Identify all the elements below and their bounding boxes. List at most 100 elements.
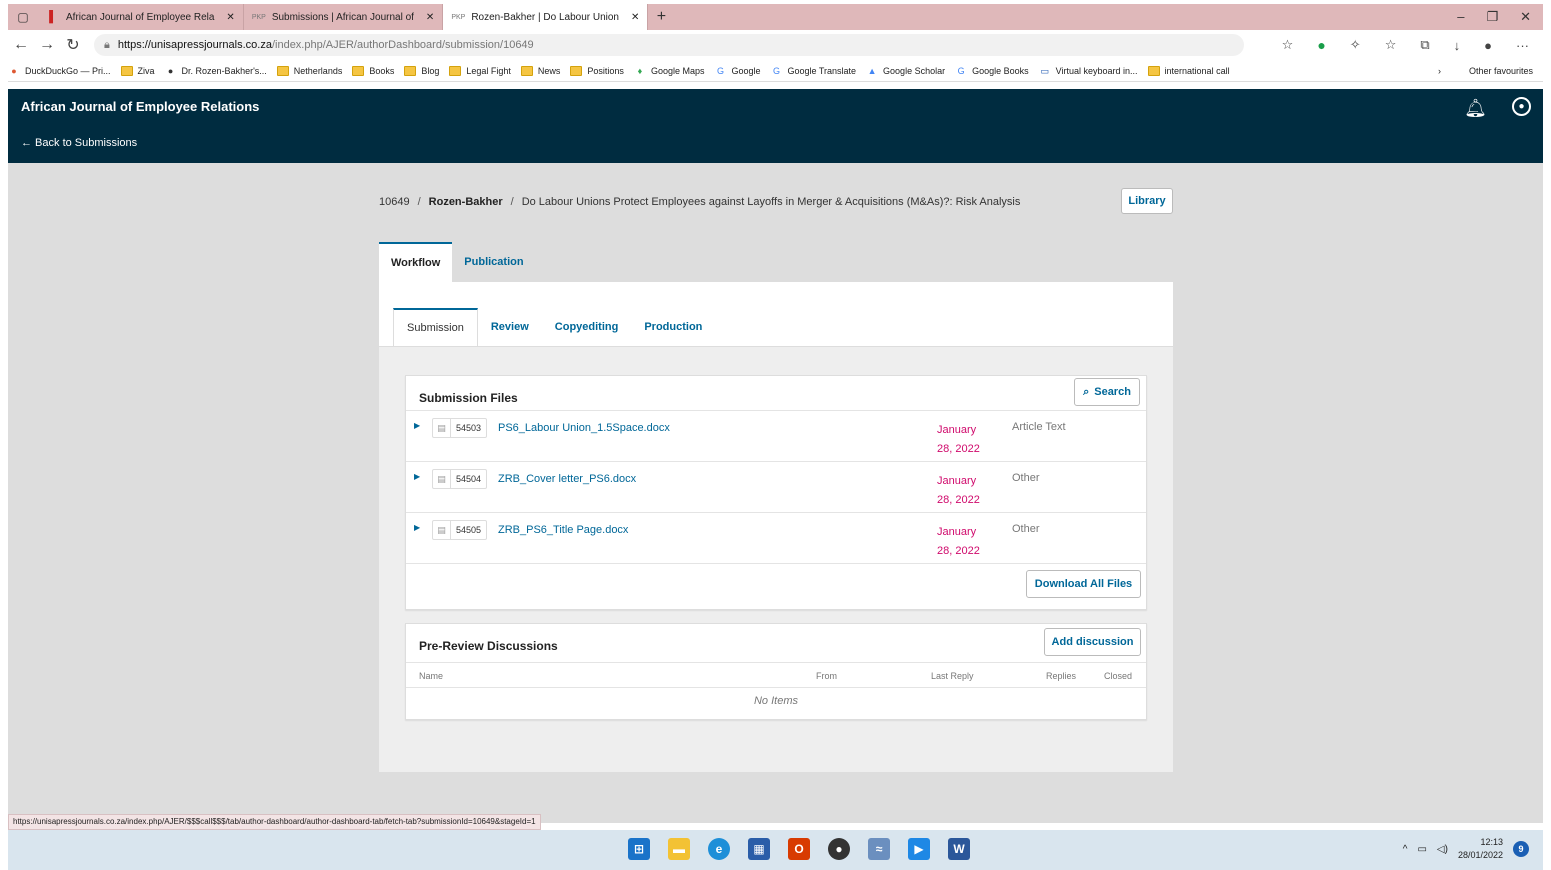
bookmark-label: Books [369,65,395,76]
bookmark-label: Netherlands [293,65,343,76]
bookmark-item[interactable]: Ziva [120,65,155,76]
expand-caret-icon[interactable]: ▶ [414,523,420,532]
bookmark-item[interactable]: ♦ Google Maps [634,66,705,76]
submission-files-title: Submission Files [419,391,518,405]
tab-production[interactable]: Production [631,308,715,346]
bookmark-item[interactable]: G Google [714,66,761,76]
close-icon[interactable]: ✕ [226,12,234,23]
google-maps-icon: ♦ [637,65,643,76]
bookmark-item[interactable]: ● DuckDuckGo — Pri... [8,66,110,76]
bookmark-item[interactable]: G Google Books [955,66,1029,76]
folder-icon [449,65,462,76]
downloads-icon[interactable]: ↓ [1454,38,1461,53]
refresh-icon[interactable]: ↻ [60,35,86,55]
pre-review-discussions-card: Pre-Review Discussions Add discussion Na… [405,623,1147,720]
file-type: Article Text [1012,421,1066,433]
other-favourites[interactable]: › Other favourites [1438,66,1543,76]
bookmark-item[interactable]: News [520,65,561,76]
browser-tab-active[interactable]: PKP Rozen-Bakher | Do Labour Union ✕ [443,4,649,30]
folder-icon [1147,65,1160,76]
extensions-icon[interactable]: ✧ [1350,37,1361,53]
bookmark-item[interactable]: Legal Fight [449,65,511,76]
file-id-badge: ▤ 54503 [432,418,488,438]
chevron-right-icon[interactable]: › [1438,66,1441,76]
minimize-icon[interactable]: – [1457,4,1464,30]
table-row: ▶ ▤ 54503 PS6_Labour Union_1.5Space.docx … [406,410,1146,461]
submission-id: 10649 [379,196,410,208]
tab-review[interactable]: Review [478,308,542,346]
notification-badge[interactable]: 9 [1513,841,1529,857]
bookmark-item[interactable]: ▲ Google Scholar [866,66,946,76]
restore-icon[interactable]: ❐ [1486,4,1498,30]
collections-icon[interactable]: ⧉ [1420,37,1429,53]
file-id-badge: ▤ 54505 [432,520,488,540]
bookmark-label: international call [1164,65,1230,76]
close-icon[interactable]: ✕ [426,12,434,23]
clock[interactable]: 12:13 28/01/2022 [1458,836,1503,862]
system-tray: ^ ▭ ◁) 12:13 28/01/2022 9 [1403,836,1529,862]
chevron-up-icon[interactable]: ^ [1403,844,1408,855]
bookmark-item[interactable]: Netherlands [276,65,343,76]
bookmark-label: News [537,65,561,76]
browser-tab[interactable]: ▌ African Journal of Employee Rela ✕ [38,4,244,30]
bookmark-item[interactable]: Blog [404,65,440,76]
media-player-icon[interactable]: ▶ [908,838,930,860]
bell-icon[interactable]: 🔔︎ [1464,98,1487,119]
stage-tabs: Submission Review Copyediting Production [393,308,715,346]
bookmark-label: Google Translate [787,65,857,76]
more-icon[interactable]: ··· [1516,38,1529,53]
network-icon[interactable]: ▭ [1417,844,1426,855]
file-explorer-icon[interactable]: ▬ [668,838,690,860]
back-arrow-icon[interactable]: ← [8,36,34,54]
tab-actions-icon[interactable]: ▢ [8,4,38,30]
search-button[interactable]: ⌕ Search [1074,378,1140,406]
tab-publication[interactable]: Publication [452,242,535,282]
volume-icon[interactable]: ◁) [1437,844,1448,855]
tab-workflow[interactable]: Workflow [379,242,453,282]
journal-title[interactable]: African Journal of Employee Relations [21,99,259,114]
library-button[interactable]: Library [1121,188,1173,214]
favourites-icon[interactable]: ☆ [1385,37,1397,53]
bookmark-item[interactable]: ● Dr. Rozen-Bakher's... [165,66,267,76]
expand-caret-icon[interactable]: ▶ [414,472,420,481]
folder-icon [570,65,583,76]
url-input[interactable]: 🔒︎ https://unisapressjournals.co.za/inde… [94,34,1244,56]
download-all-files-button[interactable]: Download All Files [1026,570,1141,598]
windows-start-icon[interactable]: ⊞ [628,838,650,860]
word-icon[interactable]: W [948,838,970,860]
forward-arrow-icon[interactable]: → [34,36,60,54]
discussions-table-header: Name From Last Reply Replies Closed [406,662,1146,688]
file-link[interactable]: ZRB_PS6_Title Page.docx [498,524,628,536]
file-type: Other [1012,472,1040,484]
bookmark-item[interactable]: international call [1147,65,1230,76]
browser-tab[interactable]: PKP Submissions | African Journal of ✕ [244,4,444,30]
user-icon[interactable]: ● [1512,97,1531,116]
close-icon[interactable]: ✕ [631,12,639,23]
file-link[interactable]: PS6_Labour Union_1.5Space.docx [498,422,670,434]
close-window-icon[interactable]: ✕ [1520,4,1531,30]
breadcrumb: 10649/Rozen-Bakher / Do Labour Unions Prot… [379,196,1021,208]
obs-icon[interactable]: ● [828,838,850,860]
expand-caret-icon[interactable]: ▶ [414,421,420,430]
pkp-icon: PKP [251,13,266,21]
edge-browser-icon[interactable]: e [708,838,730,860]
file-link[interactable]: ZRB_Cover letter_PS6.docx [498,473,636,485]
favourite-star-icon[interactable]: ☆ [1282,37,1294,53]
grammarly-icon[interactable]: ● [1317,37,1325,53]
bookmark-item[interactable]: G Google Translate [771,65,857,76]
add-discussion-button[interactable]: Add discussion [1044,628,1141,656]
bookmark-item[interactable]: ▭ Virtual keyboard in... [1039,65,1137,76]
tab-submission[interactable]: Submission [393,308,478,346]
settings-app-icon[interactable]: ≈ [868,838,890,860]
bookmark-item[interactable]: Positions [570,65,624,76]
office-icon[interactable]: O [788,838,810,860]
bookmark-label: Blog [421,65,440,76]
tab-copyediting[interactable]: Copyediting [542,308,632,346]
back-to-submissions-link[interactable]: ← Back to Submissions [21,137,137,149]
profile-icon[interactable]: ● [1484,38,1492,53]
windows-taskbar: ⊞ ▬ e ▦ O ● ≈ ▶ W ^ ▭ ◁) 12:13 28/01/202… [8,830,1543,870]
store-icon[interactable]: ▦ [748,838,770,860]
new-tab-button[interactable]: + [648,4,674,30]
bookmark-item[interactable]: Books [352,65,395,76]
keyboard-icon: ▭ [1040,65,1049,76]
